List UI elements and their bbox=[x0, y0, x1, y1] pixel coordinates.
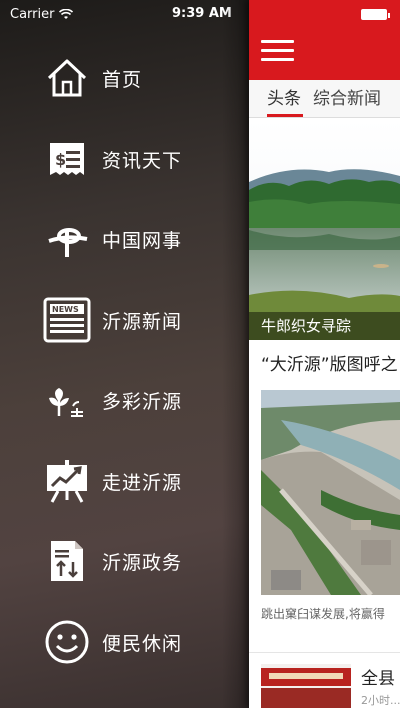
news-thumbnail[interactable] bbox=[261, 664, 351, 708]
header-bar bbox=[249, 0, 400, 80]
drawer-item-china-affairs[interactable]: 中国网事 bbox=[42, 211, 242, 267]
drawer-item-news-world[interactable]: $ 资讯天下 bbox=[42, 131, 242, 187]
news-summary: 跳出窠臼谋发展,将赢得 bbox=[261, 607, 385, 621]
drawer-item-colorful[interactable]: 多彩沂源 bbox=[42, 372, 242, 428]
menu-icon[interactable] bbox=[261, 40, 294, 64]
svg-text:NEWS: NEWS bbox=[52, 305, 79, 314]
news-icon: NEWS bbox=[42, 295, 92, 345]
drawer-item-leisure[interactable]: 便民休闲 bbox=[42, 614, 242, 670]
svg-text:$: $ bbox=[55, 150, 66, 169]
news-meta: 2小时... bbox=[361, 694, 400, 707]
drawer-item-label: 便民休闲 bbox=[102, 632, 183, 655]
tab-headlines[interactable]: 头条 bbox=[249, 80, 309, 118]
smiley-icon bbox=[42, 617, 92, 667]
drawer-item-government[interactable]: 沂源政务 bbox=[42, 533, 242, 589]
battery-icon bbox=[361, 9, 390, 20]
lake-photo bbox=[249, 120, 400, 340]
aerial-photo bbox=[261, 390, 400, 595]
meeting-photo bbox=[261, 664, 351, 708]
news-caption: 牛郎织女寻踪 bbox=[249, 312, 400, 340]
news-image-aerial[interactable] bbox=[261, 390, 400, 595]
drawer-item-local-news[interactable]: NEWS 沂源新闻 bbox=[42, 292, 242, 348]
home-icon bbox=[42, 53, 92, 103]
status-bar-left: Carrier bbox=[10, 6, 74, 22]
wifi-icon bbox=[59, 8, 74, 19]
tab-general-news[interactable]: 综合新闻 bbox=[309, 80, 389, 118]
drawer-item-label: 首页 bbox=[102, 68, 143, 91]
drawer-item-label: 沂源政务 bbox=[102, 551, 183, 574]
category-tabs: 头条 综合新闻 bbox=[249, 80, 400, 118]
news-image-lake[interactable]: 牛郎织女寻踪 bbox=[249, 120, 400, 340]
news-headline[interactable]: 全县 bbox=[361, 664, 395, 689]
side-drawer: Carrier 9:39 AM 首页 $ 资讯天下 中国网事 NEWS 沂源新闻… bbox=[0, 0, 252, 708]
plant-icon bbox=[42, 375, 92, 425]
presentation-chart-icon bbox=[42, 456, 92, 506]
receipt-icon: $ bbox=[42, 134, 92, 184]
drawer-item-label: 资讯天下 bbox=[102, 149, 183, 172]
news-headline[interactable]: “大沂源”版图呼之 bbox=[261, 350, 398, 375]
main-content-panel: 头条 综合新闻 牛郎织女寻踪 “大沂源”版图呼之 跳出窠臼谋发展,将赢得 全县 … bbox=[249, 0, 400, 708]
carrier-label: Carrier bbox=[10, 6, 55, 22]
china-logo-icon bbox=[42, 214, 92, 264]
document-sort-icon bbox=[42, 536, 92, 586]
status-time: 9:39 AM bbox=[172, 6, 232, 21]
drawer-item-home[interactable]: 首页 bbox=[42, 50, 242, 106]
drawer-item-label: 中国网事 bbox=[102, 229, 183, 252]
drawer-item-intro[interactable]: 走进沂源 bbox=[42, 453, 242, 509]
drawer-item-label: 走进沂源 bbox=[102, 471, 183, 494]
divider bbox=[249, 652, 400, 653]
drawer-item-label: 多彩沂源 bbox=[102, 390, 183, 413]
drawer-item-label: 沂源新闻 bbox=[102, 310, 183, 333]
